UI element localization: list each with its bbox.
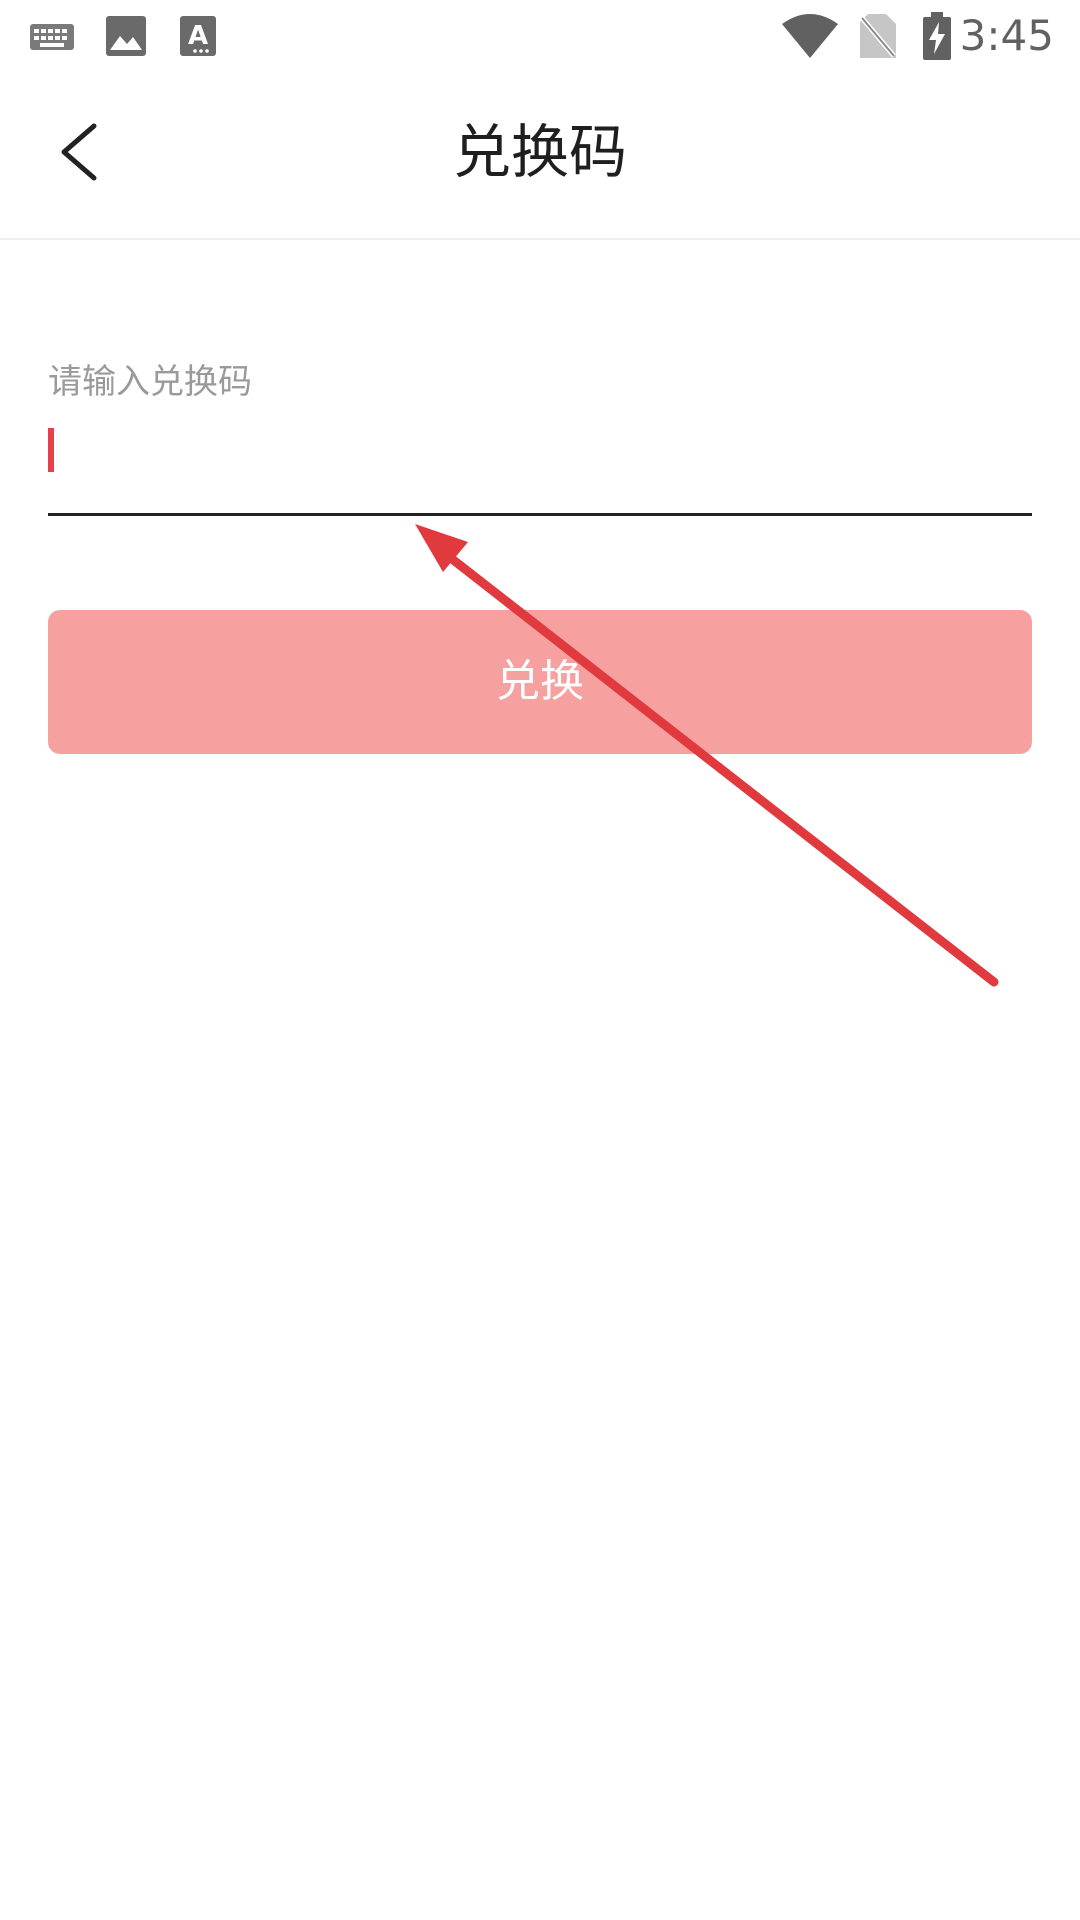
no-sim-icon xyxy=(860,14,896,58)
redeem-button[interactable]: 兑换 xyxy=(48,610,1032,754)
text-a-icon: A xyxy=(180,16,216,56)
svg-text:A: A xyxy=(188,21,208,51)
battery-charging-icon xyxy=(923,12,951,60)
wifi-icon xyxy=(782,14,838,58)
text-cursor xyxy=(48,428,54,472)
code-input-label: 请输入兑换码 xyxy=(48,362,252,402)
page-title: 兑换码 xyxy=(452,118,627,186)
status-time: 3:45 xyxy=(959,11,1054,60)
image-icon xyxy=(106,16,146,56)
status-bar: A 3:45 xyxy=(0,0,1080,72)
redeem-code-input[interactable] xyxy=(48,424,1032,516)
app-bar: 兑换码 xyxy=(0,72,1080,240)
annotation-arrow xyxy=(415,524,999,987)
keyboard-icon xyxy=(30,24,74,50)
screen: A 3:45 兑换码 请输入兑换码 兑换 xyxy=(0,0,1080,1920)
